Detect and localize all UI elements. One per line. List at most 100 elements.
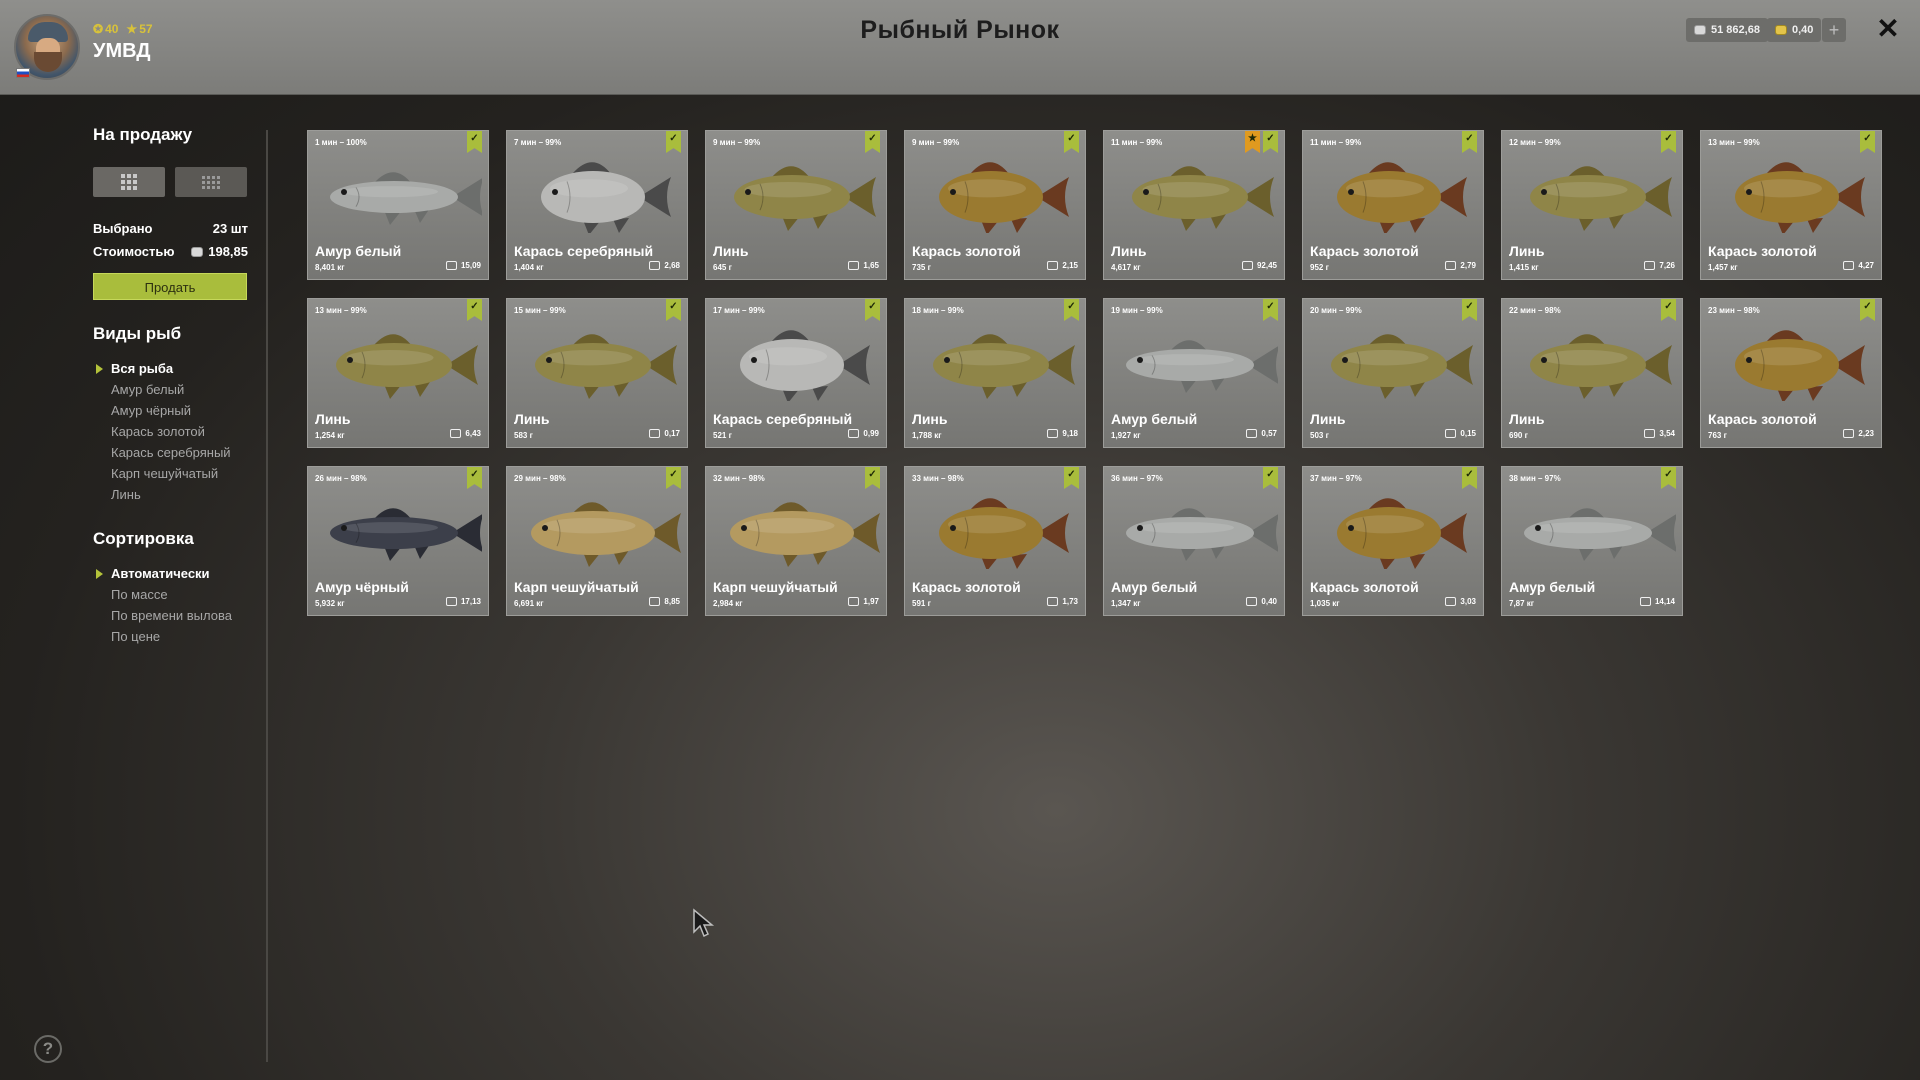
fish-card[interactable]: 22 мин – 98% ✓ Линь 690 г 3,54 (1501, 298, 1683, 448)
selected-check-icon[interactable]: ✓ (467, 131, 482, 153)
selected-check-icon[interactable]: ✓ (1462, 131, 1477, 153)
fish-price: 0,99 (848, 429, 879, 438)
selected-check-icon[interactable]: ✓ (1462, 467, 1477, 489)
silver-coin-icon (649, 429, 661, 438)
fish-card[interactable]: 9 мин – 99% ✓ Линь 645 г 1,65 (705, 130, 887, 280)
fish-weight: 952 г (1310, 263, 1329, 272)
fish-card[interactable]: 18 мин – 99% ✓ Линь 1,788 кг 9,18 (904, 298, 1086, 448)
sidebar-divider (266, 130, 268, 1062)
fish-card[interactable]: 32 мин – 98% ✓ Карп чешуйчатый 2,984 кг … (705, 466, 887, 616)
catch-time: 15 мин – 99% (514, 306, 566, 315)
fish-card[interactable]: 11 мин – 99% ✓ Карась золотой 952 г 2,79 (1302, 130, 1484, 280)
sort-option-item[interactable]: По времени вылова (93, 605, 248, 626)
species-filter-item[interactable]: Карась золотой (93, 421, 248, 442)
selected-check-icon[interactable]: ✓ (1661, 467, 1676, 489)
fish-card[interactable]: 19 мин – 99% ✓ Амур белый 1,927 кг 0,57 (1103, 298, 1285, 448)
fish-image (330, 172, 482, 225)
species-filter-item[interactable]: Вся рыба (93, 358, 248, 379)
species-filter-item[interactable]: Амур чёрный (93, 400, 248, 421)
fish-card[interactable]: 29 мин – 98% ✓ Карп чешуйчатый 6,691 кг … (506, 466, 688, 616)
card-flags: ✓ (1263, 299, 1278, 321)
sort-option-item[interactable]: По массе (93, 584, 248, 605)
selected-check-icon[interactable]: ✓ (1860, 299, 1875, 321)
fish-card[interactable]: 23 мин – 98% ✓ Карась золотой 763 г 2,23 (1700, 298, 1882, 448)
silver-coin-icon (1047, 261, 1059, 270)
species-filter-item[interactable]: Амур белый (93, 379, 248, 400)
fish-card[interactable]: 13 мин – 99% ✓ Карась золотой 1,457 кг 4… (1700, 130, 1882, 280)
fish-name: Карась золотой (1310, 579, 1419, 595)
selected-check-icon[interactable]: ✓ (666, 299, 681, 321)
selected-check-icon[interactable]: ✓ (1860, 131, 1875, 153)
fish-name: Карась золотой (1708, 411, 1817, 427)
fish-weight: 1,927 кг (1111, 431, 1141, 440)
help-button[interactable]: ? (34, 1035, 62, 1063)
fish-card[interactable]: 37 мин – 97% ✓ Карась золотой 1,035 кг 3… (1302, 466, 1484, 616)
fish-name: Линь (1509, 243, 1545, 259)
catch-time: 9 мин – 99% (713, 138, 761, 147)
species-filter-item[interactable]: Карп чешуйчатый (93, 463, 248, 484)
sell-button[interactable]: Продать (93, 273, 247, 300)
fish-price: 15,09 (445, 261, 481, 270)
selected-check-icon[interactable]: ✓ (865, 299, 880, 321)
fish-weight: 521 г (713, 431, 732, 440)
close-button[interactable]: ✕ (1873, 14, 1903, 44)
fish-card[interactable]: 17 мин – 99% ✓ Карась серебряный 521 г 0… (705, 298, 887, 448)
small-grid-view-button[interactable] (175, 167, 247, 197)
selected-check-icon[interactable]: ✓ (1064, 131, 1079, 153)
fish-card[interactable]: 7 мин – 99% ✓ Карась серебряный 1,404 кг… (506, 130, 688, 280)
selected-check-icon[interactable]: ✓ (467, 299, 482, 321)
species-filter-item[interactable]: Линь (93, 484, 248, 505)
selected-check-icon[interactable]: ✓ (1263, 299, 1278, 321)
add-currency-button[interactable]: + (1822, 18, 1846, 42)
fish-price: 0,15 (1445, 429, 1476, 438)
fish-weight: 1,457 кг (1708, 263, 1738, 272)
fish-card[interactable]: 33 мин – 98% ✓ Карась золотой 591 г 1,73 (904, 466, 1086, 616)
fish-price: 2,68 (649, 261, 680, 270)
selected-check-icon[interactable]: ✓ (865, 467, 880, 489)
selected-check-icon[interactable]: ✓ (1263, 467, 1278, 489)
fish-card[interactable]: 36 мин – 97% ✓ Амур белый 1,347 кг 0,40 (1103, 466, 1285, 616)
catch-time: 29 мин – 98% (514, 474, 566, 483)
selected-check-icon[interactable]: ✓ (865, 131, 880, 153)
card-flags: ✓ (1263, 467, 1278, 489)
selected-check-icon[interactable]: ✓ (1064, 467, 1079, 489)
selected-check-icon[interactable]: ✓ (1661, 299, 1676, 321)
fish-weight: 6,691 кг (514, 599, 544, 608)
large-grid-view-button[interactable] (93, 167, 165, 197)
sort-option-item[interactable]: Автоматически (93, 563, 248, 584)
fish-card[interactable]: 26 мин – 98% ✓ Амур чёрный 5,932 кг 17,1… (307, 466, 489, 616)
card-flags: ✓ (467, 299, 482, 321)
selected-check-icon[interactable]: ✓ (666, 131, 681, 153)
selected-check-icon[interactable]: ✓ (1263, 131, 1278, 153)
selected-check-icon[interactable]: ✓ (467, 467, 482, 489)
fish-price: 1,97 (848, 597, 879, 606)
fish-card[interactable]: 15 мин – 99% ✓ Линь 583 г 0,17 (506, 298, 688, 448)
view-toggle (93, 167, 248, 197)
selected-check-icon[interactable]: ✓ (666, 467, 681, 489)
fish-price: 7,26 (1644, 261, 1675, 270)
fish-card[interactable]: 13 мин – 99% ✓ Линь 1,254 кг 6,43 (307, 298, 489, 448)
card-flags: ✓ (467, 467, 482, 489)
fish-weight: 7,87 кг (1509, 599, 1535, 608)
selected-check-icon[interactable]: ✓ (1064, 299, 1079, 321)
selected-check-icon[interactable]: ✓ (1462, 299, 1477, 321)
card-flags: ✓ (666, 299, 681, 321)
fish-card[interactable]: 38 мин – 97% ✓ Амур белый 7,87 кг 14,14 (1501, 466, 1683, 616)
species-filter-item[interactable]: Карась серебряный (93, 442, 248, 463)
sort-option-item[interactable]: По цене (93, 626, 248, 647)
fish-weight: 645 г (713, 263, 732, 272)
fish-card[interactable]: 20 мин – 99% ✓ Линь 503 г 0,15 (1302, 298, 1484, 448)
fish-card[interactable]: 11 мин – 99% ★ ✓ Линь 4,617 кг 92,45 (1103, 130, 1285, 280)
fish-image (939, 498, 1069, 569)
card-flags: ✓ (467, 131, 482, 153)
fish-card[interactable]: 1 мин – 100% ✓ Амур белый 8,401 кг 15,09 (307, 130, 489, 280)
fish-name: Карась серебряный (713, 411, 853, 427)
fish-card[interactable]: 9 мин – 99% ✓ Карась золотой 735 г 2,15 (904, 130, 1086, 280)
fish-weight: 1,254 кг (315, 431, 345, 440)
fish-price: 0,17 (649, 429, 680, 438)
fish-card[interactable]: 12 мин – 99% ✓ Линь 1,415 кг 7,26 (1501, 130, 1683, 280)
fish-price: 2,23 (1843, 429, 1874, 438)
card-flags: ✓ (666, 131, 681, 153)
selected-check-icon[interactable]: ✓ (1661, 131, 1676, 153)
favorite-ribbon-icon[interactable]: ★ (1245, 131, 1260, 153)
